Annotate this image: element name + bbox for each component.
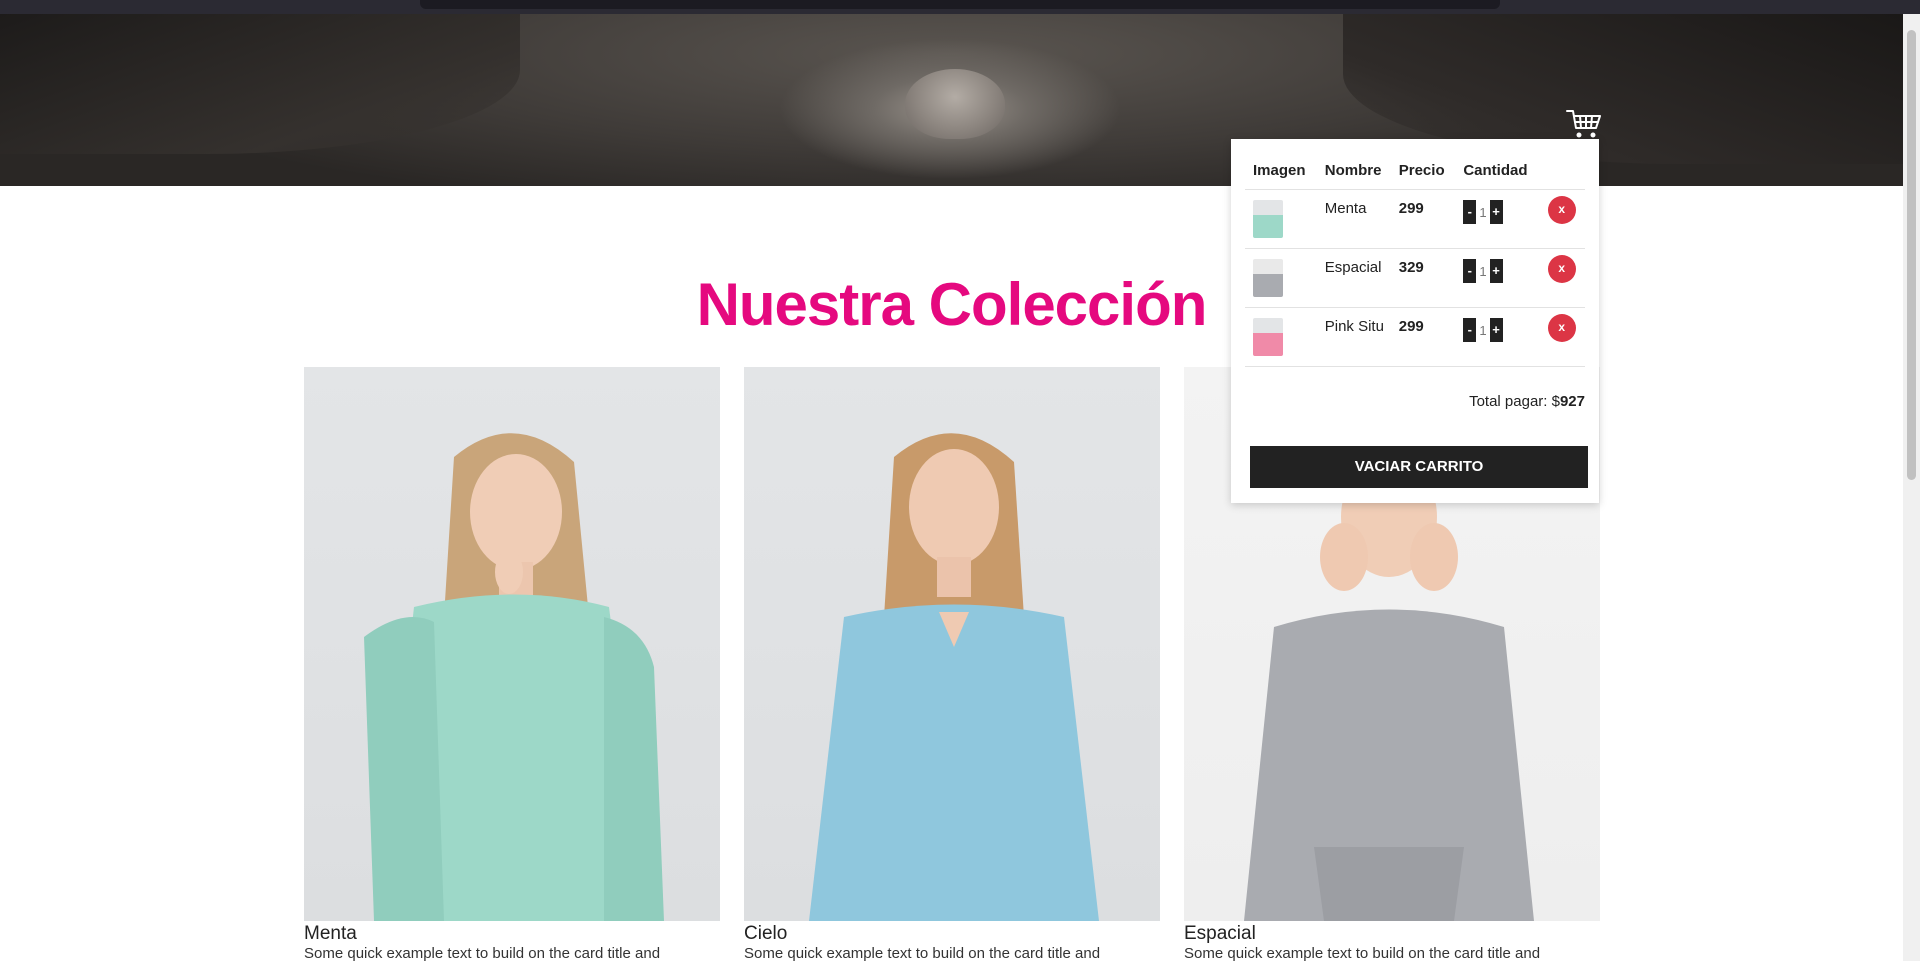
quantity-stepper: - 1 + bbox=[1463, 318, 1503, 342]
scrollbar-thumb[interactable] bbox=[1907, 30, 1916, 480]
col-price: Precio bbox=[1390, 162, 1456, 190]
cart-row: Pink Situ 299 - 1 + x bbox=[1245, 307, 1585, 367]
product-name: Menta bbox=[304, 923, 357, 944]
total-value: 927 bbox=[1559, 393, 1585, 410]
product-description: Some quick example text to build on the … bbox=[1184, 945, 1541, 962]
model-photo bbox=[364, 433, 664, 921]
cart-total: Total pagar: $927 bbox=[1469, 393, 1585, 410]
sweater-shape bbox=[809, 604, 1099, 921]
product-name: Cielo bbox=[744, 923, 788, 944]
cart-item-thumbnail bbox=[1253, 200, 1283, 238]
page-title: Nuestra Colección bbox=[696, 271, 1208, 339]
cart-item-price: 299 bbox=[1390, 307, 1456, 367]
decrease-button[interactable]: - bbox=[1463, 318, 1477, 342]
cart-item-thumbnail bbox=[1253, 259, 1283, 297]
remove-item-button[interactable]: x bbox=[1547, 314, 1576, 342]
increase-button[interactable]: + bbox=[1489, 200, 1503, 224]
cart-item-thumbnail bbox=[1253, 318, 1283, 356]
cart-item-name: Pink Situ bbox=[1316, 307, 1391, 367]
scrollbar[interactable] bbox=[1903, 14, 1920, 961]
quantity-stepper: - 1 + bbox=[1463, 259, 1503, 283]
total-label: Total pagar: $ bbox=[1469, 393, 1560, 410]
model-photo bbox=[809, 433, 1099, 921]
product-image[interactable] bbox=[304, 367, 720, 921]
product-name: Espacial bbox=[1184, 923, 1256, 944]
address-bar[interactable] bbox=[420, 0, 1500, 9]
remove-item-button[interactable]: x bbox=[1547, 196, 1576, 224]
col-quantity: Cantidad bbox=[1455, 162, 1540, 190]
quantity-stepper: - 1 + bbox=[1463, 200, 1503, 224]
hero-banner bbox=[0, 14, 1903, 186]
cart-table: Imagen Nombre Precio Cantidad Menta 299 … bbox=[1245, 162, 1585, 367]
decrease-button[interactable]: - bbox=[1463, 259, 1477, 283]
cart-row: Menta 299 - 1 + x bbox=[1245, 189, 1585, 249]
product-card[interactable]: Cielo Some quick example text to build o… bbox=[744, 367, 1160, 962]
col-name: Nombre bbox=[1316, 162, 1391, 190]
shopping-cart-icon[interactable] bbox=[1566, 108, 1602, 140]
col-image: Imagen bbox=[1245, 162, 1317, 190]
empty-cart-button[interactable]: VACIAR CARRITO bbox=[1250, 446, 1588, 488]
remove-item-button[interactable]: x bbox=[1547, 255, 1576, 283]
cart-item-price: 299 bbox=[1390, 189, 1456, 249]
cart-item-name: Espacial bbox=[1316, 248, 1391, 308]
cart-header-row: Imagen Nombre Precio Cantidad bbox=[1245, 162, 1585, 190]
col-remove bbox=[1539, 162, 1585, 190]
cart-row: Espacial 329 - 1 + x bbox=[1245, 248, 1585, 308]
lips-image bbox=[905, 69, 1005, 139]
hat-brim-left bbox=[0, 14, 520, 154]
browser-toolbar bbox=[0, 0, 1920, 14]
quantity-value: 1 bbox=[1479, 322, 1487, 338]
cart-dropdown: Imagen Nombre Precio Cantidad Menta 299 … bbox=[1231, 139, 1599, 503]
increase-button[interactable]: + bbox=[1489, 318, 1503, 342]
increase-button[interactable]: + bbox=[1489, 259, 1503, 283]
decrease-button[interactable]: - bbox=[1463, 200, 1477, 224]
product-image[interactable] bbox=[744, 367, 1160, 921]
quantity-value: 1 bbox=[1479, 263, 1487, 279]
cart-item-name: Menta bbox=[1316, 189, 1391, 249]
product-description: Some quick example text to build on the … bbox=[304, 945, 661, 962]
product-description: Some quick example text to build on the … bbox=[744, 945, 1101, 962]
quantity-value: 1 bbox=[1479, 204, 1487, 220]
product-card[interactable]: Menta Some quick example text to build o… bbox=[304, 367, 720, 962]
cart-item-price: 329 bbox=[1390, 248, 1456, 308]
